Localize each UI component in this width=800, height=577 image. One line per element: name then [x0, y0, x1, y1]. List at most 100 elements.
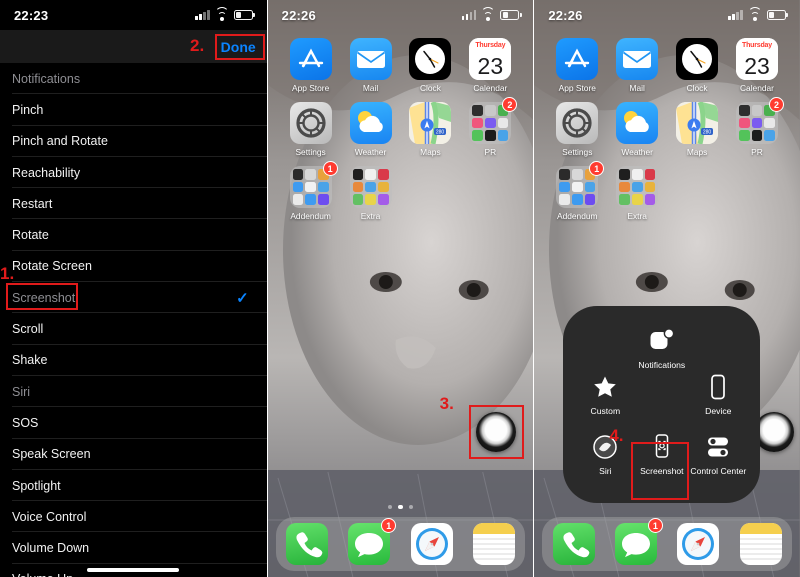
list-item-pinch[interactable]: Pinch: [0, 94, 267, 126]
dock-icon-notes[interactable]: [739, 523, 782, 565]
menu-item-device[interactable]: Device: [687, 370, 749, 417]
menu-item-label: Custom: [590, 406, 621, 416]
folder-mini-icons: [559, 169, 596, 205]
app-icon-app-store[interactable]: App Store: [281, 38, 341, 93]
badge-count: 1: [322, 161, 338, 176]
page-dot[interactable]: [387, 504, 393, 509]
dock-icon-notes[interactable]: [473, 523, 516, 565]
app-label: Maps: [420, 147, 441, 157]
list-item-restart[interactable]: Restart: [0, 188, 267, 220]
home-row-3: 1 Addendum Extra: [281, 161, 521, 230]
list-item-volume-down[interactable]: Volume Down: [0, 532, 267, 565]
folder-icon-addendum[interactable]: 1 Addendum: [547, 161, 607, 221]
app-icon-settings[interactable]: Settings: [547, 102, 607, 157]
app-label: Clock: [419, 83, 441, 93]
list-item-label: Spotlight: [12, 478, 61, 493]
list-item-notifications[interactable]: Notifications: [0, 63, 267, 95]
list-item-label: Rotate Screen: [12, 259, 92, 274]
home-row-2: Settings Weather 280 Maps 2 PR: [547, 97, 787, 166]
menu-item-siri[interactable]: Siri: [574, 430, 636, 477]
status-time: 22:26: [281, 7, 316, 23]
app-label: PR: [751, 147, 763, 157]
badge-count: 2: [502, 97, 518, 112]
dock-icon-safari[interactable]: [677, 523, 720, 565]
list-item-label: Shake: [12, 353, 48, 368]
app-icon-clock[interactable]: Clock: [400, 38, 460, 93]
battery-icon: [233, 10, 253, 20]
folder-mini-icons: [472, 105, 509, 141]
folder-icon-pr[interactable]: 2 PR: [727, 97, 787, 157]
dock-icon-phone[interactable]: [285, 523, 328, 565]
app-label: Calendar: [739, 83, 774, 93]
list-item-speak-screen[interactable]: Speak Screen: [0, 439, 267, 471]
list-item-shake[interactable]: Shake: [0, 345, 267, 377]
folder-icon-addendum[interactable]: 1 Addendum: [281, 161, 341, 221]
app-icon-maps[interactable]: 280 Maps: [400, 102, 460, 157]
assistivetouch-menu: Notifications Custom Device Siri Screens…: [563, 306, 761, 503]
app-icon-mail[interactable]: Mail: [341, 38, 401, 93]
home-empty-cell: [400, 166, 460, 221]
app-icon-weather[interactable]: Weather: [341, 102, 401, 157]
list-item-spotlight[interactable]: Spotlight: [0, 470, 267, 502]
list-item-rotate-screen[interactable]: Rotate Screen: [0, 251, 267, 283]
app-icon-weather[interactable]: Weather: [607, 102, 667, 157]
page-dot[interactable]: [408, 504, 414, 509]
wifi-icon: [747, 6, 762, 21]
dock-icon-safari[interactable]: [410, 523, 453, 565]
folder-icon-extra[interactable]: Extra: [607, 166, 667, 221]
notifications-icon: [649, 324, 675, 358]
menu-item-notifications[interactable]: Notifications: [631, 324, 693, 371]
done-button[interactable]: Done: [221, 39, 256, 55]
page-dot-active[interactable]: [398, 504, 403, 509]
home-indicator: [87, 568, 180, 572]
app-icon-settings[interactable]: Settings: [281, 102, 341, 157]
menu-item-label: Notifications: [638, 360, 686, 370]
svg-text:280: 280: [436, 130, 445, 136]
calendar-weekday: Thursday: [469, 38, 512, 53]
menu-item-control-center[interactable]: Control Center: [687, 430, 749, 477]
dock: 1: [542, 517, 792, 571]
app-icon-app-store[interactable]: App Store: [547, 38, 607, 93]
list-item-label: Speak Screen: [12, 447, 91, 462]
dock-icon-messages[interactable]: 1: [348, 518, 397, 565]
home-screen-grid: App Store Mail Clock Thursday 23 Calenda…: [534, 38, 800, 230]
battery-icon: [500, 10, 520, 20]
assistivetouch-button[interactable]: [475, 412, 516, 452]
dock-icon-messages[interactable]: 1: [614, 518, 663, 565]
badge-count: 2: [768, 97, 784, 112]
list-item-screenshot[interactable]: Screenshot ✓: [0, 282, 267, 314]
home-row-3: 1 Addendum Extra: [547, 161, 787, 230]
svg-text:280: 280: [703, 130, 712, 136]
screenshot-icon: [649, 430, 675, 464]
app-icon-clock[interactable]: Clock: [667, 38, 727, 93]
list-item-label: Rotate: [12, 228, 49, 243]
app-label: App Store: [291, 83, 330, 93]
menu-item-screenshot[interactable]: Screenshot: [631, 430, 693, 477]
app-icon-calendar[interactable]: Thursday 23 Calendar: [460, 38, 520, 93]
app-icon-maps[interactable]: 280 Maps: [667, 102, 727, 157]
list-item-rotate[interactable]: Rotate: [0, 219, 267, 252]
folder-mini-icons: [619, 169, 656, 205]
folder-icon-extra[interactable]: Extra: [341, 166, 401, 221]
menu-item-custom[interactable]: Custom: [574, 370, 636, 417]
custom-actions-list[interactable]: Notifications Pinch Pinch and Rotate Rea…: [0, 63, 267, 577]
list-item-label: Notifications: [12, 71, 81, 86]
folder-icon-pr[interactable]: 2 PR: [460, 97, 520, 157]
dock-icon-phone[interactable]: [552, 523, 595, 565]
page-dots[interactable]: [268, 504, 534, 509]
list-item-label: Pinch and Rotate: [12, 134, 108, 149]
list-item-scroll[interactable]: Scroll: [0, 313, 267, 345]
list-item-reachability[interactable]: Reachability: [0, 157, 267, 189]
list-item-pinch-and-rotate[interactable]: Pinch and Rotate: [0, 126, 267, 158]
home-screen-grid: App Store Mail Clock Thursday 23 Calenda…: [268, 38, 534, 230]
app-icon-calendar[interactable]: Thursday 23 Calendar: [727, 38, 787, 93]
list-item-sos[interactable]: SOS: [0, 407, 267, 439]
list-item-voice-control[interactable]: Voice Control: [0, 501, 267, 533]
list-item-siri[interactable]: Siri: [0, 376, 267, 408]
status-indicators: [728, 6, 786, 21]
list-item-label: Siri: [12, 384, 31, 399]
control-center-icon: [705, 430, 731, 464]
app-icon-mail[interactable]: Mail: [607, 38, 667, 93]
app-label: Addendum: [557, 211, 598, 221]
calendar-day: 23: [735, 52, 778, 80]
